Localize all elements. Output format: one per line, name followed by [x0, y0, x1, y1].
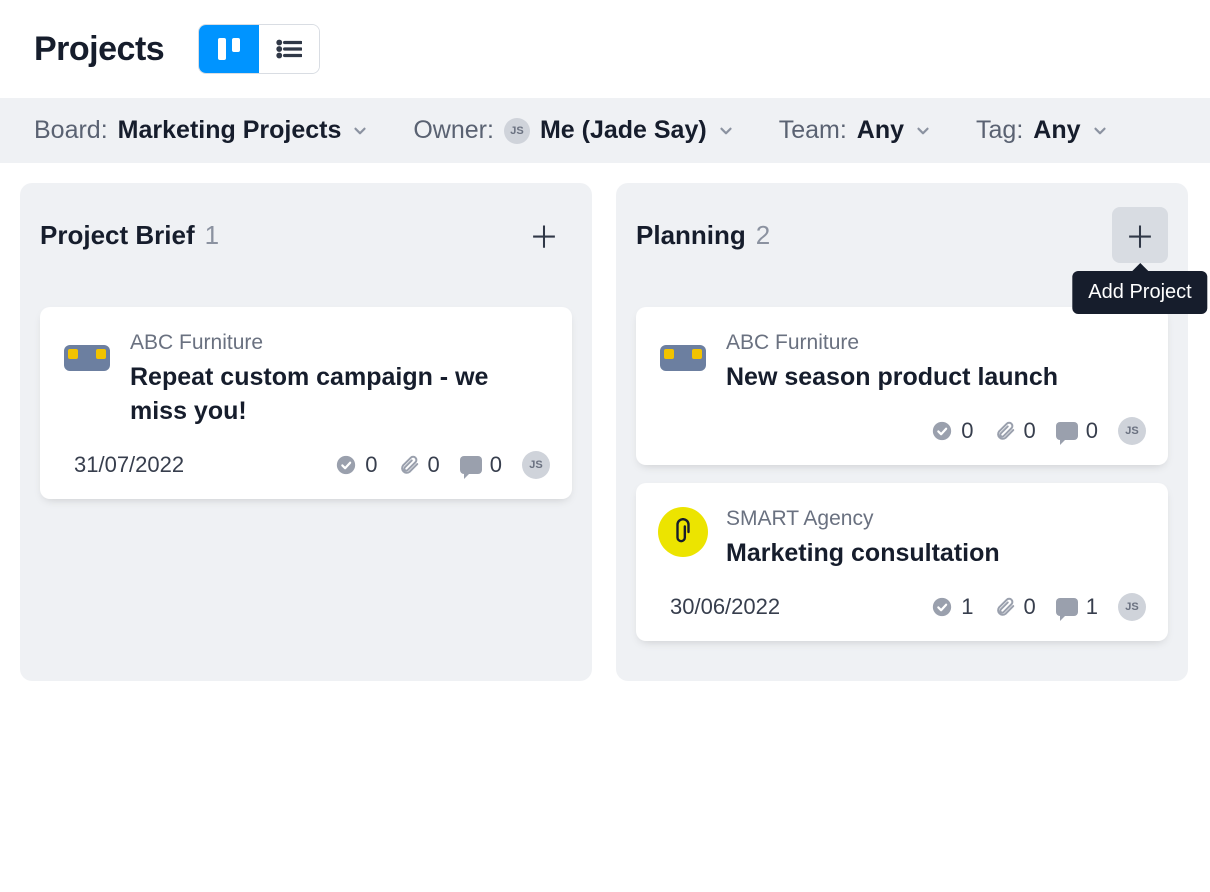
- client-name: ABC Furniture: [130, 331, 550, 355]
- card-title: Repeat custom campaign - we miss you!: [130, 361, 550, 429]
- add-project-button[interactable]: ＋: [516, 207, 572, 263]
- column-count: 2: [756, 220, 770, 251]
- view-switch: [198, 24, 320, 74]
- team-filter-label: Team:: [779, 116, 847, 145]
- assignee-avatar: JS: [1118, 593, 1146, 621]
- card-title: New season product launch: [726, 361, 1146, 395]
- card-comments: 0: [460, 452, 502, 478]
- kanban-board: Project Brief 1 ＋ ABC Furniture Repeat custo…: [0, 163, 1210, 701]
- tag-filter-label: Tag:: [976, 116, 1023, 145]
- project-card[interactable]: ABC Furniture Repeat custom campaign - we…: [40, 307, 572, 499]
- card-attachments: 0: [398, 452, 440, 478]
- card-text: SMART Agency Marketing consultation: [726, 507, 1146, 571]
- card-text: ABC Furniture New season product launch: [726, 331, 1146, 395]
- board-icon: [218, 38, 240, 60]
- card-title: Marketing consultation: [726, 537, 1146, 571]
- column-count: 1: [205, 220, 219, 251]
- card-meta: 30/06/2022 101 JS: [658, 593, 1146, 621]
- topbar: Projects: [0, 0, 1210, 98]
- team-filter[interactable]: Team: Any: [779, 116, 932, 145]
- card-checks: 0: [335, 452, 377, 478]
- card-meta: 31/07/2022000JS: [62, 451, 550, 479]
- card-checks: 1: [931, 594, 973, 620]
- client-logo: [658, 507, 708, 557]
- column-title: Planning: [636, 220, 746, 251]
- chevron-down-icon: [1091, 122, 1109, 140]
- card-header: ABC Furniture New season product launch: [658, 331, 1146, 395]
- owner-filter-label: Owner:: [413, 116, 494, 145]
- chat-icon: [1056, 422, 1078, 440]
- owner-filter[interactable]: Owner: JS Me (Jade Say): [413, 116, 734, 145]
- plus-icon: ＋: [1125, 213, 1155, 257]
- tag-filter[interactable]: Tag: Any: [976, 116, 1109, 145]
- column-title-wrap: Project Brief 1: [40, 220, 219, 251]
- project-card[interactable]: ABC FurnitureNew season product launch00…: [636, 307, 1168, 465]
- card-comments: 1: [1056, 594, 1098, 620]
- card-due: 30/06/2022: [658, 594, 780, 620]
- assignee-avatar: JS: [522, 451, 550, 479]
- board-filter-label: Board:: [34, 116, 108, 145]
- owner-avatar: JS: [504, 118, 530, 144]
- card-stats: 000JS: [931, 417, 1146, 445]
- client-name: ABC Furniture: [726, 331, 1146, 355]
- add-project-button[interactable]: ＋Add Project: [1112, 207, 1168, 263]
- project-card[interactable]: SMART Agency Marketing consultation 30/06/…: [636, 483, 1168, 641]
- filter-bar: Board: Marketing Projects Owner: JS Me (…: [0, 98, 1210, 163]
- card-comments: 0: [1056, 418, 1098, 444]
- column-header: Planning 2 ＋Add Project: [636, 207, 1168, 263]
- column-title: Project Brief: [40, 220, 195, 251]
- tag-filter-value: Any: [1033, 116, 1080, 145]
- owner-filter-value: Me (Jade Say): [540, 116, 707, 145]
- card-meta: 000JS: [658, 417, 1146, 445]
- card-header: ABC Furniture Repeat custom campaign - we…: [62, 331, 550, 429]
- client-logo: [62, 331, 112, 381]
- chevron-down-icon: [914, 122, 932, 140]
- card-attachments: 0: [994, 594, 1036, 620]
- board-filter-value: Marketing Projects: [118, 116, 342, 145]
- board-filter[interactable]: Board: Marketing Projects: [34, 116, 369, 145]
- chevron-down-icon: [717, 122, 735, 140]
- card-stats: 000JS: [335, 451, 550, 479]
- card-attachments: 0: [994, 418, 1036, 444]
- kanban-column: Project Brief 1 ＋ ABC Furniture Repeat custo…: [20, 183, 592, 681]
- chevron-down-icon: [351, 122, 369, 140]
- chat-icon: [460, 456, 482, 474]
- card-text: ABC Furniture Repeat custom campaign - we…: [130, 331, 550, 429]
- add-project-tooltip: Add Project: [1072, 271, 1207, 314]
- card-due-date: 31/07/2022: [74, 452, 184, 478]
- column-title-wrap: Planning 2: [636, 220, 770, 251]
- card-header: SMART Agency Marketing consultation: [658, 507, 1146, 571]
- kanban-column: Planning 2 ＋Add Project ABC Furniture New se…: [616, 183, 1188, 681]
- page-title: Projects: [34, 30, 164, 69]
- client-name: SMART Agency: [726, 507, 1146, 531]
- plus-icon: ＋: [529, 213, 559, 257]
- card-checks: 0: [931, 418, 973, 444]
- list-view-button[interactable]: [259, 25, 319, 73]
- team-filter-value: Any: [857, 116, 904, 145]
- assignee-avatar: JS: [1118, 417, 1146, 445]
- chat-icon: [1056, 598, 1078, 616]
- board-view-button[interactable]: [199, 25, 259, 73]
- card-due: 31/07/2022: [62, 452, 184, 478]
- card-stats: 101 JS: [931, 593, 1146, 621]
- card-due-date: 30/06/2022: [670, 594, 780, 620]
- column-header: Project Brief 1 ＋: [40, 207, 572, 263]
- client-logo: [658, 331, 708, 381]
- list-icon: [276, 39, 302, 59]
